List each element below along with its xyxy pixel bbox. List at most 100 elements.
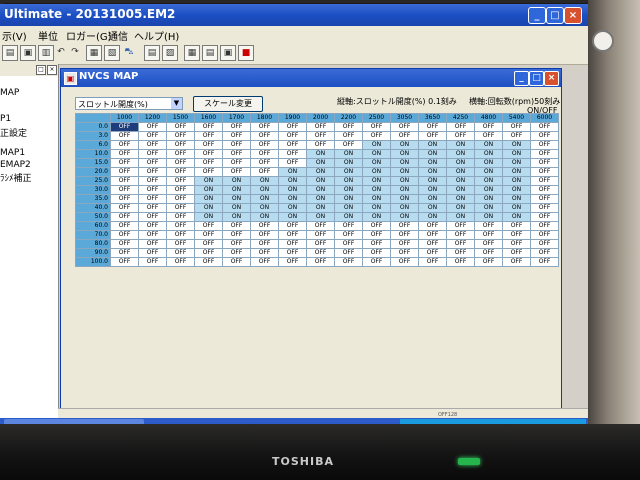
map-cell[interactable]: ON — [362, 185, 391, 195]
map-cell[interactable]: OFF — [306, 248, 335, 258]
map-cell[interactable]: ON — [474, 212, 503, 222]
scale-change-button[interactable]: スケール変更 — [193, 96, 263, 112]
map-cell[interactable]: OFF — [278, 248, 307, 258]
map-cell[interactable]: OFF — [250, 122, 279, 132]
map-cell[interactable]: OFF — [390, 239, 419, 249]
grid-icon[interactable]: ▦ — [184, 45, 200, 61]
map-cell[interactable]: ON — [418, 158, 447, 168]
map-cell[interactable]: OFF — [222, 221, 251, 231]
child-maximize-button[interactable]: □ — [529, 71, 544, 86]
map-cell[interactable]: ON — [418, 176, 447, 186]
map-cell[interactable]: ON — [362, 212, 391, 222]
map-cell[interactable]: OFF — [474, 131, 503, 141]
map-cell[interactable]: OFF — [166, 194, 195, 204]
map-cell[interactable]: OFF — [250, 131, 279, 141]
graph-icon[interactable]: ▧ — [104, 45, 120, 61]
map-cell[interactable]: OFF — [250, 248, 279, 258]
map-cell[interactable]: OFF — [138, 203, 167, 213]
sidebar-item-emap2[interactable]: EMAP2 — [0, 160, 31, 170]
map-cell[interactable]: OFF — [194, 257, 223, 267]
map-cell[interactable]: OFF — [334, 248, 363, 258]
map-cell[interactable]: ON — [334, 212, 363, 222]
map-cell[interactable]: ON — [474, 176, 503, 186]
map-cell[interactable]: ON — [362, 149, 391, 159]
map-cell[interactable]: OFF — [138, 248, 167, 258]
map-cell[interactable]: OFF — [138, 122, 167, 132]
map-cell[interactable]: OFF — [250, 257, 279, 267]
map-cell[interactable]: ON — [362, 194, 391, 204]
map-cell[interactable]: ON — [502, 194, 531, 204]
map-cell[interactable]: OFF — [138, 221, 167, 231]
map-cell[interactable]: OFF — [166, 185, 195, 195]
map-cell[interactable]: ON — [474, 203, 503, 213]
map-cell[interactable]: OFF — [110, 230, 139, 240]
map-cell[interactable]: ON — [362, 158, 391, 168]
axis-select[interactable]: スロットル開度(%) ▼ — [75, 97, 183, 110]
map-cell[interactable]: OFF — [166, 176, 195, 186]
menu-logger[interactable]: ロガー(G) — [66, 28, 112, 43]
map-cell[interactable]: ON — [418, 203, 447, 213]
map-cell[interactable]: ON — [250, 185, 279, 195]
map-cell[interactable]: ON — [278, 203, 307, 213]
map-cell[interactable]: OFF — [418, 131, 447, 141]
map-cell[interactable]: ON — [222, 185, 251, 195]
map-cell[interactable]: OFF — [502, 248, 531, 258]
map-cell[interactable]: ON — [306, 212, 335, 222]
map-cell[interactable]: OFF — [362, 239, 391, 249]
map-cell[interactable]: OFF — [138, 212, 167, 222]
map-cell[interactable]: OFF — [530, 221, 559, 231]
map-cell[interactable]: OFF — [446, 257, 475, 267]
map-cell[interactable]: OFF — [222, 257, 251, 267]
map-cell[interactable]: OFF — [138, 149, 167, 159]
map-cell[interactable]: ON — [194, 203, 223, 213]
map-cell[interactable]: OFF — [530, 212, 559, 222]
map-cell[interactable]: OFF — [530, 257, 559, 267]
map-cell[interactable]: ON — [362, 203, 391, 213]
map-cell[interactable]: OFF — [446, 239, 475, 249]
map-cell[interactable]: OFF — [166, 122, 195, 132]
map-cell[interactable]: ON — [390, 158, 419, 168]
map-cell[interactable]: ON — [306, 203, 335, 213]
menu-help[interactable]: ヘルプ(H) — [134, 28, 179, 43]
map-cell[interactable]: OFF — [474, 221, 503, 231]
map-cell[interactable]: ON — [446, 194, 475, 204]
menu-view[interactable]: 示(V) — [2, 28, 27, 43]
map-cell[interactable]: OFF — [278, 131, 307, 141]
map-cell[interactable]: OFF — [362, 248, 391, 258]
map-cell[interactable]: OFF — [306, 122, 335, 132]
map-cell[interactable]: OFF — [530, 158, 559, 168]
map-cell[interactable]: OFF — [334, 230, 363, 240]
map-cell[interactable]: OFF — [446, 131, 475, 141]
map-cell[interactable]: ON — [446, 185, 475, 195]
map-cell[interactable]: ON — [278, 176, 307, 186]
menu-comm[interactable]: 通信 — [108, 28, 128, 43]
map-cell[interactable]: OFF — [530, 185, 559, 195]
map-cell[interactable]: OFF — [502, 131, 531, 141]
map-cell[interactable]: OFF — [278, 239, 307, 249]
open-icon[interactable]: ▤ — [2, 45, 18, 61]
map-cell[interactable]: OFF — [194, 239, 223, 249]
map-cell[interactable]: OFF — [530, 149, 559, 159]
map-cell[interactable]: OFF — [222, 248, 251, 258]
map-cell[interactable]: OFF — [530, 203, 559, 213]
map-cell[interactable]: OFF — [166, 221, 195, 231]
map-cell[interactable]: ON — [250, 176, 279, 186]
map-cell[interactable]: OFF — [222, 167, 251, 177]
map-cell[interactable]: OFF — [110, 239, 139, 249]
map-cell[interactable]: OFF — [530, 167, 559, 177]
map-cell[interactable]: ON — [306, 158, 335, 168]
map-cell[interactable]: OFF — [110, 131, 139, 141]
map-cell[interactable]: OFF — [110, 257, 139, 267]
map-cell[interactable]: ON — [390, 185, 419, 195]
map-cell[interactable]: OFF — [110, 221, 139, 231]
redo-icon[interactable]: ↷ — [68, 45, 82, 59]
map-cell[interactable]: OFF — [278, 230, 307, 240]
map-cell[interactable]: OFF — [530, 194, 559, 204]
map-cell[interactable]: OFF — [166, 167, 195, 177]
map-cell[interactable]: ON — [334, 167, 363, 177]
map-cell[interactable]: OFF — [334, 221, 363, 231]
map-cell[interactable]: OFF — [418, 257, 447, 267]
map-cell[interactable]: OFF — [110, 158, 139, 168]
map-cell[interactable]: OFF — [334, 140, 363, 150]
map-cell[interactable]: OFF — [530, 131, 559, 141]
